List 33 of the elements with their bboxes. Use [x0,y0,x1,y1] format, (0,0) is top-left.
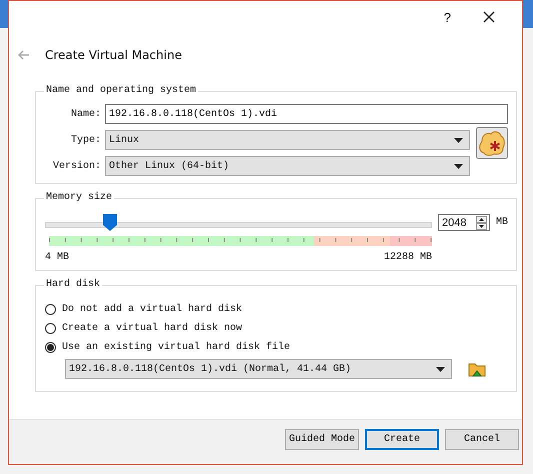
close-icon[interactable] [483,11,495,23]
name-field[interactable]: 192.16.8.0.118(CentOs 1).vdi [105,104,508,124]
dialog-button[interactable]: Guided Mode [285,428,359,450]
slider-thumb[interactable] [102,214,117,231]
disk-file-dropdown[interactable]: 192.16.8.0.118(CentOs 1).vdi (Normal, 41.44 GB) [65,359,452,379]
dialog-button[interactable]: Create [365,428,439,450]
group-title: Name and operating system [44,85,198,97]
field-label: Type: [70,134,101,146]
memory-spinbox[interactable]: 2048 [438,214,490,231]
memory-slider[interactable] [45,214,432,231]
field-label: Name: [70,108,101,120]
dropdown[interactable]: Other Linux (64-bit) [105,156,470,176]
field-label: Version: [52,160,101,172]
caret-icon [454,138,463,142]
help-button[interactable]: ? [444,10,451,24]
os-icon [476,127,508,159]
spin-arrows-icon [476,216,487,230]
radio-button[interactable] [45,304,56,315]
dialog-button[interactable]: Cancel [445,428,519,450]
radio-button[interactable] [45,323,56,334]
group-title: Memory size [44,192,114,204]
dialog-title: Create Virtual Machine [45,48,182,62]
dropdown[interactable]: Linux [105,130,470,150]
unit-label: MB [496,217,508,228]
min-label: 4 MB [45,252,70,263]
folder-icon[interactable] [468,361,486,377]
radio-button[interactable] [45,342,56,353]
option-label: Use an existing virtual hard disk file [62,342,290,353]
max-label: 12288 MB [384,252,432,263]
caret-icon [436,366,445,372]
option-label: Do not add a virtual hard disk [62,304,242,315]
option-label: Create a virtual hard disk now [62,323,242,334]
caret-icon [454,164,463,168]
